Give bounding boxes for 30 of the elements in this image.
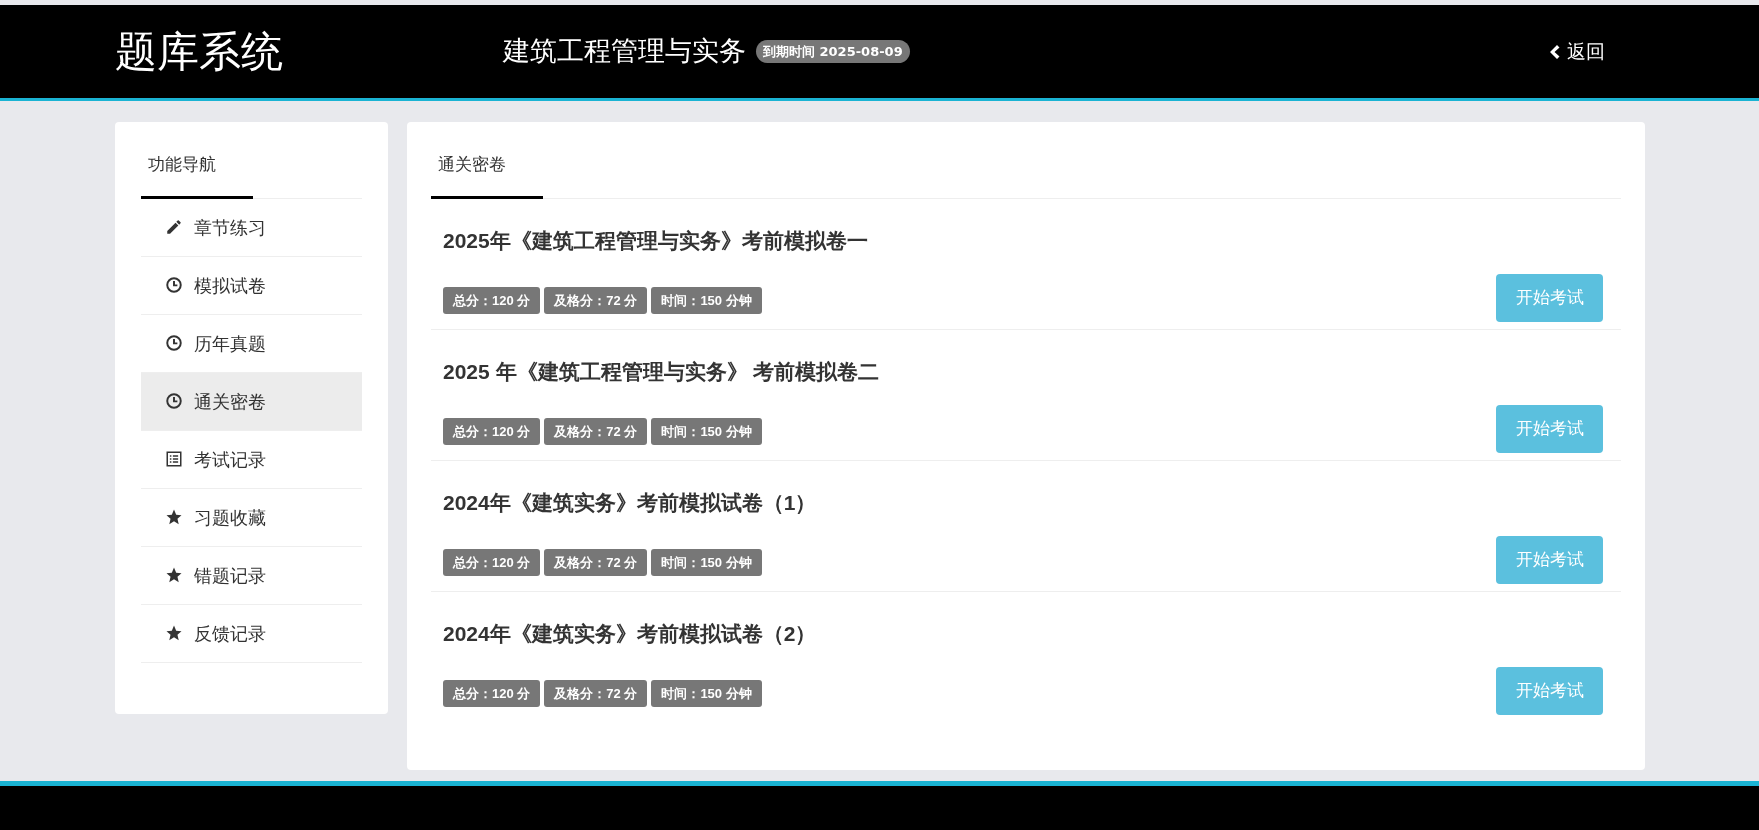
info-tag: 及格分：72 分: [544, 286, 648, 314]
content-tab[interactable]: 通关密卷: [431, 152, 543, 199]
clock-icon: [165, 276, 183, 294]
clock-icon: [165, 392, 183, 410]
info-tag: 时间：150 分钟: [651, 548, 762, 576]
expiry-badge: 到期时间 2025-08-09: [756, 39, 910, 64]
info-tag: 时间：150 分钟: [651, 417, 762, 445]
paper-title[interactable]: 2024年《建筑实务》考前模拟试卷（1）: [443, 486, 1609, 518]
site-logo[interactable]: 题库系统: [115, 20, 503, 83]
info-tag: 及格分：72 分: [544, 548, 648, 576]
course-title: 建筑工程管理与实务: [503, 34, 746, 69]
info-tag: 及格分：72 分: [544, 679, 648, 707]
star-icon: [165, 508, 183, 526]
info-tag: 时间：150 分钟: [651, 286, 762, 314]
paper-title[interactable]: 2024年《建筑实务》考前模拟试卷（2）: [443, 617, 1609, 649]
info-tag: 及格分：72 分: [544, 417, 648, 445]
paper-title[interactable]: 2025年《建筑工程管理与实务》考前模拟卷一: [443, 224, 1609, 256]
star-icon: [165, 624, 183, 642]
info-tag: 总分：120 分: [443, 417, 541, 445]
info-tag: 总分：120 分: [443, 679, 541, 707]
back-link[interactable]: 返回: [1547, 37, 1605, 66]
info-tag: 总分：120 分: [443, 548, 541, 576]
paper-title[interactable]: 2025 年《建筑工程管理与实务》 考前模拟卷二: [443, 355, 1609, 387]
pencil-icon: [165, 218, 183, 236]
star-icon: [165, 566, 183, 584]
sidebar-item[interactable]: 通关密卷: [141, 372, 362, 431]
list-icon: [165, 450, 183, 468]
info-tag: 总分：120 分: [443, 286, 541, 314]
info-tag: 时间：150 分钟: [651, 679, 762, 707]
clock-icon: [165, 334, 183, 352]
